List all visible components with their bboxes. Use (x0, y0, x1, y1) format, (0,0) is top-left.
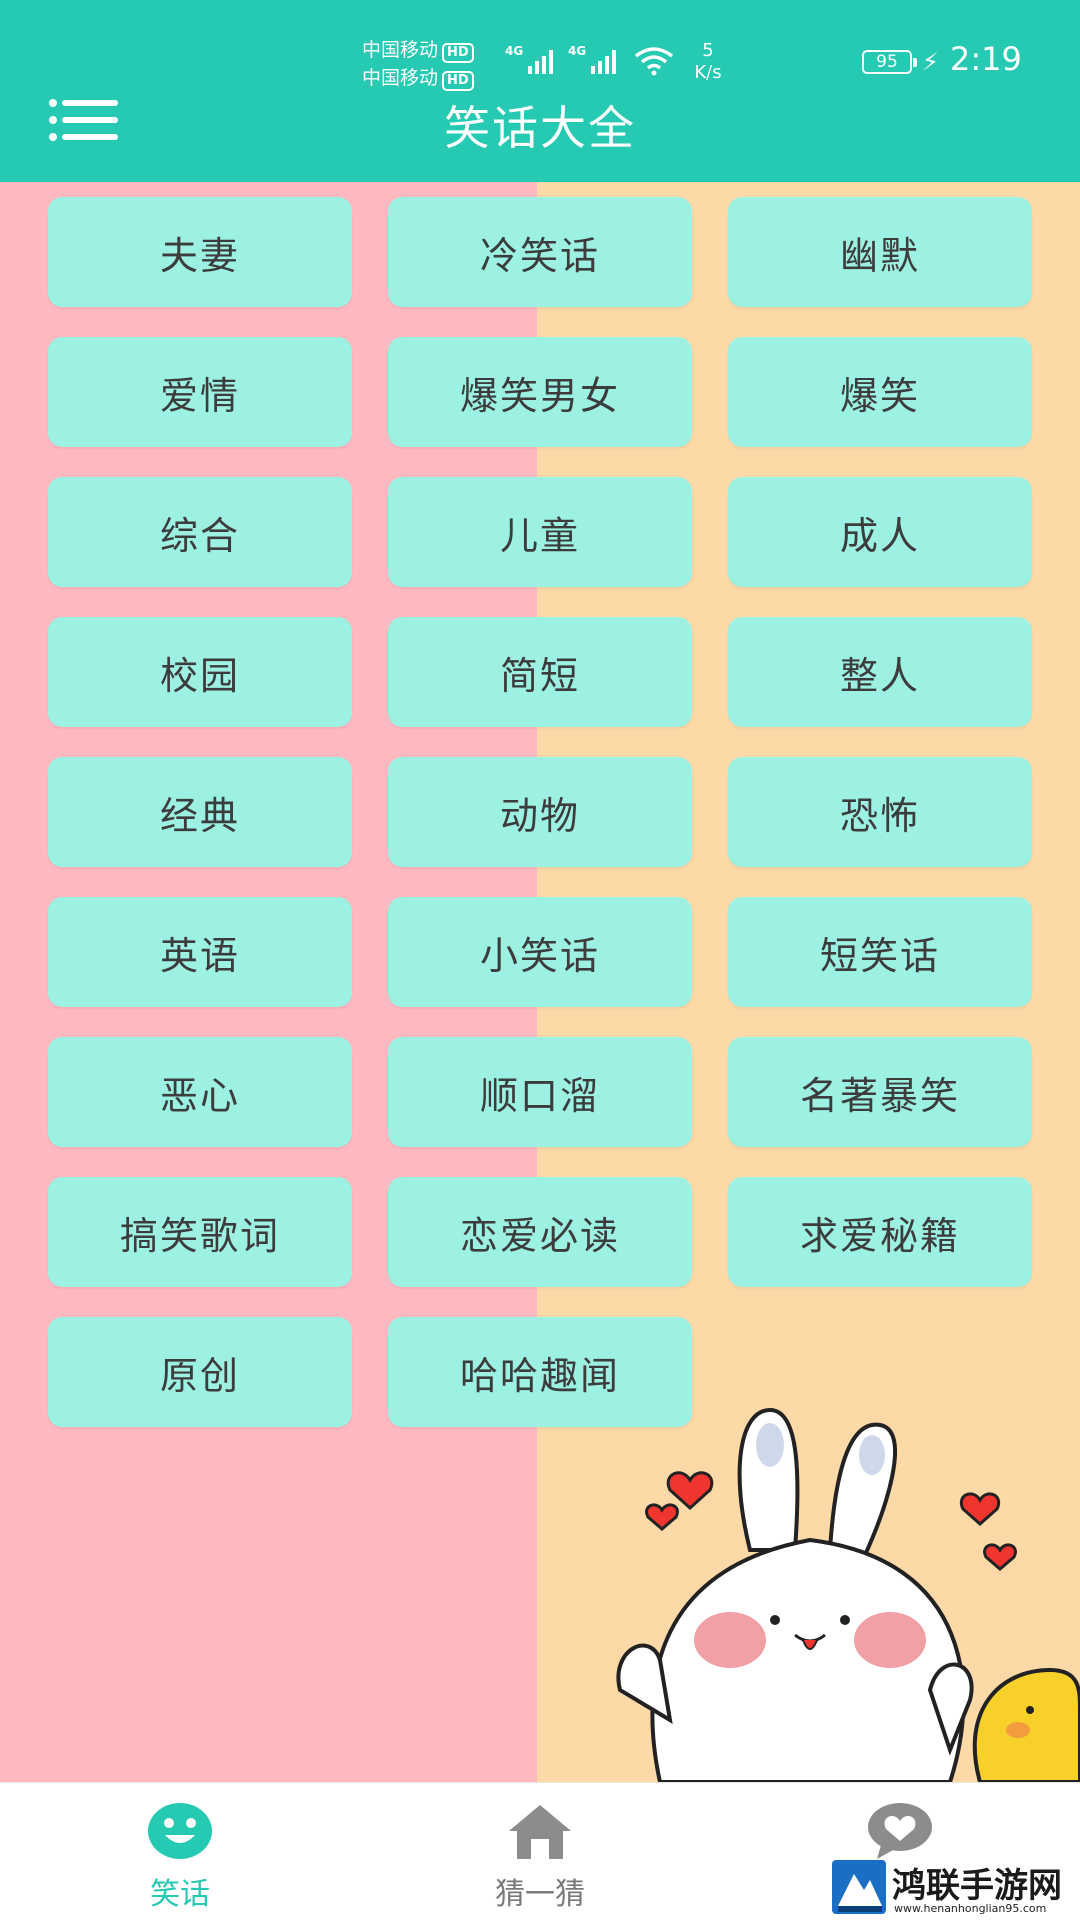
category-button[interactable]: 儿童 (388, 477, 692, 587)
network-speed: 5 K/s (694, 40, 722, 83)
hd-badge: HD (442, 71, 474, 91)
category-button[interactable]: 夫妻 (48, 197, 352, 307)
category-button[interactable]: 成人 (728, 477, 1032, 587)
charging-icon: ⚡ (922, 48, 939, 76)
chat-heart-icon (868, 1803, 932, 1859)
category-button[interactable]: 冷笑话 (388, 197, 692, 307)
carrier-info: 中国移动 HD 中国移动 HD (362, 36, 474, 92)
watermark-name: 鸿联手游网 (892, 1866, 1062, 1906)
category-button[interactable]: 小笑话 (388, 897, 692, 1007)
carrier-1: 中国移动 (362, 39, 439, 61)
app-header: 中国移动 HD 中国移动 HD 4G 4G 5 K/s 95 ⚡ 2:19 笑话大全 (0, 0, 1080, 182)
clock: 2:19 (950, 40, 1022, 78)
tab-label: 猜一猜 (495, 1877, 585, 1912)
category-button[interactable]: 校园 (48, 617, 352, 727)
category-button[interactable]: 原创 (48, 1317, 352, 1427)
category-button[interactable]: 爆笑男女 (388, 337, 692, 447)
house-icon (509, 1805, 571, 1859)
category-button[interactable]: 综合 (48, 477, 352, 587)
category-button[interactable]: 顺口溜 (388, 1037, 692, 1147)
category-button[interactable]: 求爱秘籍 (728, 1177, 1032, 1287)
category-button[interactable]: 搞笑歌词 (48, 1177, 352, 1287)
category-button[interactable]: 整人 (728, 617, 1032, 727)
page-title: 笑话大全 (444, 101, 636, 155)
category-button[interactable]: 幽默 (728, 197, 1032, 307)
watermark: 鸿联手游网 www.henanhonglian95.com (830, 1858, 1080, 1920)
carrier-2: 中国移动 (362, 67, 439, 89)
category-button[interactable]: 爱情 (48, 337, 352, 447)
signal-strength-icon: 4G (505, 44, 554, 74)
category-button[interactable]: 恐怖 (728, 757, 1032, 867)
category-button[interactable]: 恋爱必读 (388, 1177, 692, 1287)
tab-label: 笑话 (150, 1877, 210, 1912)
category-button[interactable]: 动物 (388, 757, 692, 867)
category-button[interactable]: 名著暴笑 (728, 1037, 1032, 1147)
bunny-mascot-illustration (616, 1407, 1080, 1782)
tab-jokes[interactable]: 笑话 (60, 1783, 300, 1920)
watermark-url: www.henanhonglian95.com (894, 1902, 1047, 1915)
category-button[interactable]: 短笑话 (728, 897, 1032, 1007)
smiley-face-icon (148, 1803, 212, 1859)
signal-strength-icon: 4G (568, 44, 617, 74)
battery-indicator: 95 (862, 50, 917, 74)
hd-badge: HD (442, 43, 474, 63)
tab-guess[interactable]: 猜一猜 (420, 1783, 660, 1920)
watermark-logo-icon (832, 1860, 886, 1914)
category-button[interactable]: 爆笑 (728, 337, 1032, 447)
category-button[interactable]: 经典 (48, 757, 352, 867)
category-grid: 夫妻 冷笑话 幽默 爱情 爆笑男女 爆笑 综合 儿童 成人 校园 简短 整人 经… (48, 197, 1032, 1427)
category-button[interactable]: 恶心 (48, 1037, 352, 1147)
category-button[interactable]: 英语 (48, 897, 352, 1007)
category-button[interactable]: 简短 (388, 617, 692, 727)
wifi-icon (634, 47, 674, 76)
